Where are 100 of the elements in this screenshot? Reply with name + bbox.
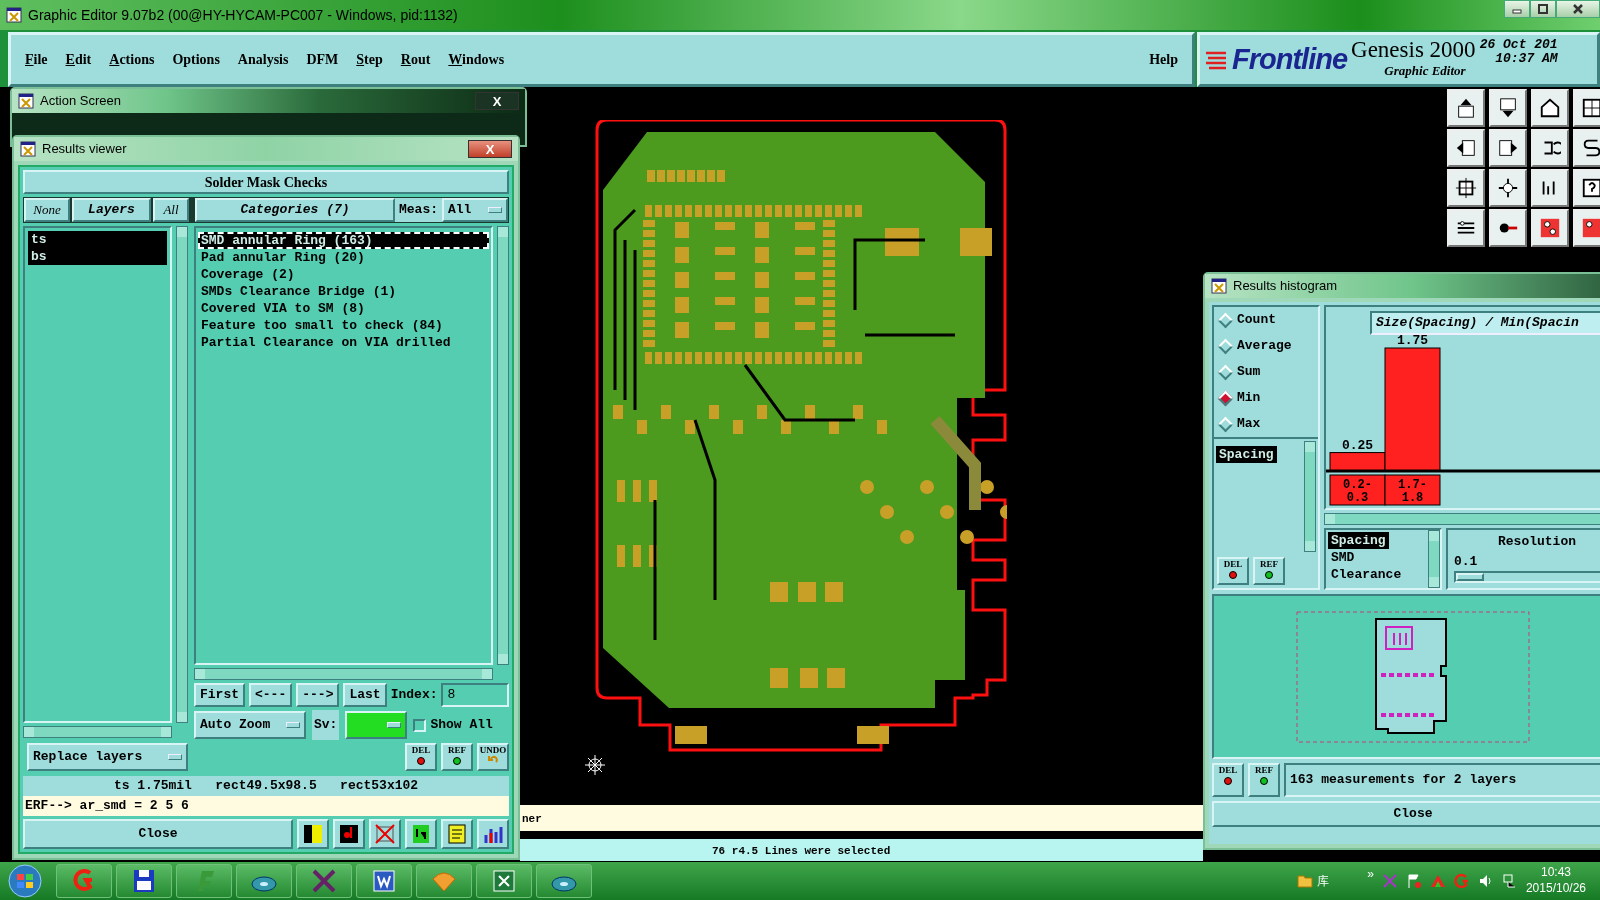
list-item[interactable]: Clearance: [1328, 566, 1405, 583]
list-item[interactable]: Coverage (2): [198, 266, 489, 283]
horizontal-scrollbar[interactable]: [1324, 513, 1600, 525]
field-label: Sv:: [312, 710, 340, 740]
overflow-button[interactable]: »: [1367, 865, 1374, 884]
taskbar-button[interactable]: [296, 864, 352, 898]
toolbar-button[interactable]: [1447, 209, 1485, 247]
radio-option[interactable]: Sum: [1214, 359, 1318, 385]
list-item[interactable]: SMD: [1328, 549, 1358, 566]
taskbar-button[interactable]: [356, 864, 412, 898]
radio-option[interactable]: Max: [1214, 411, 1318, 437]
replace-dropdown[interactable]: Replace layers: [27, 743, 188, 771]
close-button[interactable]: Close: [23, 819, 293, 849]
menu-item[interactable]: Options: [172, 49, 220, 70]
menu-item[interactable]: Edit: [65, 49, 92, 70]
select-button[interactable]: None: [24, 198, 70, 222]
taskbar-button[interactable]: [476, 864, 532, 898]
close-button[interactable]: [1556, 0, 1600, 18]
list-item[interactable]: ts: [28, 231, 167, 248]
tool-button[interactable]: [405, 819, 437, 849]
toolbar-button[interactable]: [1573, 129, 1600, 167]
vertical-scrollbar[interactable]: [1428, 530, 1440, 588]
index-field[interactable]: 8: [441, 683, 509, 707]
category-label: 1.7-1.8: [1384, 474, 1441, 506]
horizontal-scrollbar[interactable]: [194, 668, 493, 680]
layers-button[interactable]: Layers: [72, 198, 151, 222]
menu-item[interactable]: Actions: [109, 49, 155, 70]
list-item[interactable]: Pad annular Ring (20): [198, 249, 489, 266]
flag-icon[interactable]: [1405, 873, 1422, 889]
toolbar-button[interactable]: [1531, 169, 1569, 207]
scroll-thumb[interactable]: [1456, 573, 1484, 581]
network-icon[interactable]: [1501, 873, 1518, 889]
list-item[interactable]: Spacing: [1216, 446, 1277, 463]
toolbar-button[interactable]: [1489, 209, 1527, 247]
list-item[interactable]: Feature too small to check (84): [198, 317, 489, 334]
vertical-scrollbar[interactable]: [1304, 441, 1316, 552]
radio-option[interactable]: Min: [1214, 385, 1318, 411]
close-button[interactable]: Close: [1212, 801, 1600, 827]
refresh-button[interactable]: REF: [1253, 557, 1285, 585]
speaker-icon[interactable]: [1477, 873, 1494, 889]
menu-item[interactable]: DFM: [306, 49, 339, 70]
zoom-dropdown[interactable]: Auto Zoom: [194, 711, 306, 739]
toolbar-button[interactable]: [1489, 129, 1527, 167]
toolbar-button[interactable]: [1447, 169, 1485, 207]
menu-item[interactable]: Step: [356, 49, 383, 70]
list-item[interactable]: bs: [28, 248, 167, 265]
horizontal-scrollbar[interactable]: [23, 726, 172, 738]
tool-button[interactable]: [333, 819, 365, 849]
delete-button[interactable]: DEL: [1212, 763, 1244, 797]
spreadsheet-icon: [490, 867, 518, 895]
menu-item[interactable]: Windows: [448, 49, 505, 70]
delete-button[interactable]: DEL: [1217, 557, 1249, 585]
list-item[interactable]: Spacing: [1328, 532, 1389, 549]
refresh-button[interactable]: REF: [441, 743, 473, 771]
severity-dropdown[interactable]: [345, 711, 408, 739]
toolbar-button[interactable]: [1573, 169, 1600, 207]
toolbar-button[interactable]: [1447, 89, 1485, 127]
menu-item[interactable]: Rout: [400, 49, 431, 70]
delete-button[interactable]: DEL: [405, 743, 437, 771]
nav-button[interactable]: Last: [343, 683, 387, 707]
list-item[interactable]: Partial Clearance on VIA drilled: [198, 334, 489, 351]
toolbar-button[interactable]: [1489, 169, 1527, 207]
radio-option[interactable]: Count: [1214, 307, 1318, 333]
vertical-scrollbar[interactable]: [176, 226, 188, 723]
nav-button[interactable]: First: [194, 683, 245, 707]
close-button[interactable]: X: [468, 140, 512, 158]
triangle-icon[interactable]: [1429, 873, 1446, 889]
nav-button[interactable]: --->: [296, 683, 340, 707]
toolbar-button[interactable]: [1531, 209, 1569, 247]
toolbar-button[interactable]: [1531, 89, 1569, 127]
toolbar-button[interactable]: [1531, 129, 1569, 167]
x-tick-label: 0.2-0.3: [1343, 478, 1372, 505]
list-item[interactable]: Covered VIA to SM (8): [198, 300, 489, 317]
toolbar-button[interactable]: [1489, 89, 1527, 127]
maximize-button[interactable]: [1530, 0, 1556, 18]
menu-item[interactable]: Analysis: [237, 49, 289, 70]
categories-button[interactable]: Categories (7): [195, 198, 395, 222]
refresh-button[interactable]: REF: [1248, 763, 1280, 797]
show-all-checkbox[interactable]: Show All: [413, 715, 493, 735]
crossed-page-icon: [374, 823, 396, 845]
select-button[interactable]: All: [153, 198, 189, 222]
undo-button[interactable]: UNDO: [477, 743, 509, 771]
library-button[interactable]: 库: [1297, 872, 1330, 890]
taskbar-button[interactable]: [236, 864, 292, 898]
toolbar-button[interactable]: [1447, 129, 1485, 167]
nav-button[interactable]: <---: [249, 683, 293, 707]
list-item[interactable]: SMD annular Ring (163): [198, 232, 489, 249]
vertical-scrollbar[interactable]: [497, 226, 509, 665]
menu-item[interactable]: File: [25, 49, 48, 70]
close-button[interactable]: X: [475, 92, 519, 110]
list-item[interactable]: SMDs Clearance Bridge (1): [198, 283, 489, 300]
tool-button[interactable]: [477, 819, 509, 849]
toolbar-button[interactable]: [1573, 89, 1600, 127]
menu-item[interactable]: Help: [1149, 49, 1178, 70]
tool-button[interactable]: [297, 819, 329, 849]
taskbar-button[interactable]: [536, 864, 592, 898]
radio-option[interactable]: Average: [1214, 333, 1318, 359]
clock-time: 10:43: [1539, 865, 1572, 881]
meas-dropdown[interactable]: All: [442, 198, 508, 222]
taskbar-button[interactable]: [116, 864, 172, 898]
